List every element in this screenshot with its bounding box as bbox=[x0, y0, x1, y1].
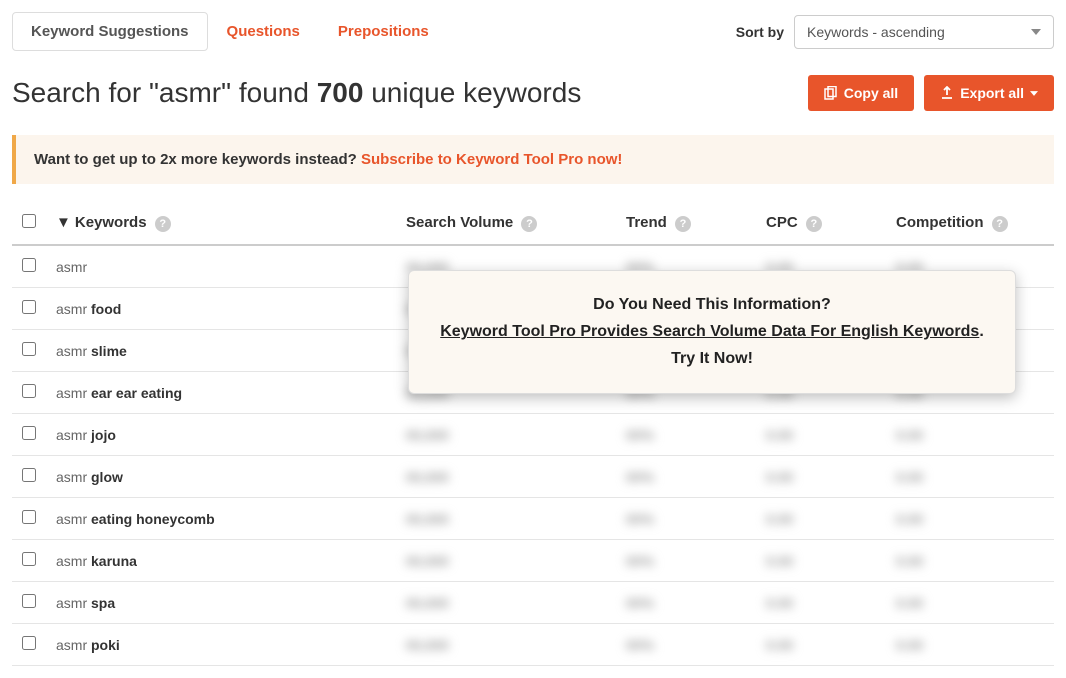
page-title: Search for "asmr" found 700 unique keywo… bbox=[12, 77, 581, 109]
blurred-value: 00,000 bbox=[406, 553, 449, 569]
blurred-value: 0.00 bbox=[766, 427, 793, 443]
col-search-volume[interactable]: Search Volume ? bbox=[398, 202, 618, 245]
row-checkbox[interactable] bbox=[22, 594, 36, 608]
col-competition[interactable]: Competition ? bbox=[888, 202, 1054, 245]
blurred-value: 0.00 bbox=[896, 469, 923, 485]
keyword-cell: asmr glow bbox=[48, 456, 398, 498]
help-icon[interactable]: ? bbox=[806, 216, 822, 232]
table-row: asmr poki 00,000 00% 0.00 0.00 bbox=[12, 624, 1054, 666]
blurred-value: 0.00 bbox=[896, 595, 923, 611]
help-icon[interactable]: ? bbox=[675, 216, 691, 232]
blurred-value: 00% bbox=[626, 469, 654, 485]
export-all-button[interactable]: Export all bbox=[924, 75, 1054, 111]
tab-keyword-suggestions[interactable]: Keyword Suggestions bbox=[12, 12, 208, 51]
upgrade-overlay[interactable]: Do You Need This Information? Keyword To… bbox=[408, 270, 1016, 394]
sort-selected: Keywords - ascending bbox=[807, 24, 945, 40]
blurred-value: 00,000 bbox=[406, 637, 449, 653]
blurred-value: 0.00 bbox=[896, 511, 923, 527]
sort-control: Sort by Keywords - ascending bbox=[736, 15, 1054, 49]
blurred-value: 0.00 bbox=[766, 553, 793, 569]
sort-dropdown[interactable]: Keywords - ascending bbox=[794, 15, 1054, 49]
col-trend[interactable]: Trend ? bbox=[618, 202, 758, 245]
help-icon[interactable]: ? bbox=[992, 216, 1008, 232]
sort-label: Sort by bbox=[736, 24, 784, 40]
overlay-try-link[interactable]: Try It Now! bbox=[671, 350, 753, 367]
keyword-cell: asmr slime bbox=[48, 330, 398, 372]
chevron-down-icon bbox=[1030, 91, 1038, 96]
sort-desc-icon: ▼ bbox=[56, 214, 71, 231]
blurred-value: 00% bbox=[626, 595, 654, 611]
copy-icon bbox=[824, 86, 838, 100]
row-checkbox[interactable] bbox=[22, 342, 36, 356]
upgrade-banner: Want to get up to 2x more keywords inste… bbox=[12, 135, 1054, 184]
keyword-cell: asmr jojo bbox=[48, 414, 398, 456]
col-keywords[interactable]: ▼Keywords ? bbox=[48, 202, 398, 245]
blurred-value: 00% bbox=[626, 427, 654, 443]
select-all-checkbox[interactable] bbox=[22, 214, 36, 228]
help-icon[interactable]: ? bbox=[155, 216, 171, 232]
copy-all-button[interactable]: Copy all bbox=[808, 75, 914, 111]
keyword-cell: asmr bbox=[48, 245, 398, 288]
tab-prepositions[interactable]: Prepositions bbox=[319, 12, 448, 51]
blurred-value: 00% bbox=[626, 553, 654, 569]
blurred-value: 00,000 bbox=[406, 469, 449, 485]
blurred-value: 0.00 bbox=[766, 595, 793, 611]
table-row: asmr spa 00,000 00% 0.00 0.00 bbox=[12, 582, 1054, 624]
table-row: asmr glow 00,000 00% 0.00 0.00 bbox=[12, 456, 1054, 498]
row-checkbox[interactable] bbox=[22, 552, 36, 566]
table-row: asmr jojo 00,000 00% 0.00 0.00 bbox=[12, 414, 1054, 456]
row-checkbox[interactable] bbox=[22, 426, 36, 440]
col-cpc[interactable]: CPC ? bbox=[758, 202, 888, 245]
keyword-cell: asmr spa bbox=[48, 582, 398, 624]
keyword-cell: asmr eating honeycomb bbox=[48, 498, 398, 540]
row-checkbox[interactable] bbox=[22, 636, 36, 650]
keyword-cell: asmr poki bbox=[48, 624, 398, 666]
row-checkbox[interactable] bbox=[22, 300, 36, 314]
table-row: asmr karuna 00,000 00% 0.00 0.00 bbox=[12, 540, 1054, 582]
export-icon bbox=[940, 86, 954, 100]
row-checkbox[interactable] bbox=[22, 384, 36, 398]
tab-questions[interactable]: Questions bbox=[208, 12, 319, 51]
blurred-value: 00% bbox=[626, 511, 654, 527]
help-icon[interactable]: ? bbox=[521, 216, 537, 232]
blurred-value: 0.00 bbox=[766, 637, 793, 653]
blurred-value: 00,000 bbox=[406, 427, 449, 443]
blurred-value: 0.00 bbox=[766, 511, 793, 527]
blurred-value: 00% bbox=[626, 637, 654, 653]
blurred-value: 0.00 bbox=[896, 553, 923, 569]
row-checkbox[interactable] bbox=[22, 468, 36, 482]
tabs: Keyword Suggestions Questions Prepositio… bbox=[12, 12, 448, 51]
blurred-value: 00,000 bbox=[406, 595, 449, 611]
keyword-cell: asmr karuna bbox=[48, 540, 398, 582]
overlay-pro-link[interactable]: Keyword Tool Pro Provides Search Volume … bbox=[440, 323, 979, 340]
blurred-value: 0.00 bbox=[896, 427, 923, 443]
table-row: asmr eating honeycomb 00,000 00% 0.00 0.00 bbox=[12, 498, 1054, 540]
blurred-value: 0.00 bbox=[896, 637, 923, 653]
keyword-cell: asmr ear ear eating bbox=[48, 372, 398, 414]
row-checkbox[interactable] bbox=[22, 258, 36, 272]
subscribe-link[interactable]: Subscribe to Keyword Tool Pro now! bbox=[361, 151, 622, 168]
row-checkbox[interactable] bbox=[22, 510, 36, 524]
overlay-line1: Do You Need This Information? bbox=[433, 291, 991, 318]
blurred-value: 00,000 bbox=[406, 511, 449, 527]
keyword-cell: asmr food bbox=[48, 288, 398, 330]
blurred-value: 0.00 bbox=[766, 469, 793, 485]
chevron-down-icon bbox=[1031, 29, 1041, 35]
